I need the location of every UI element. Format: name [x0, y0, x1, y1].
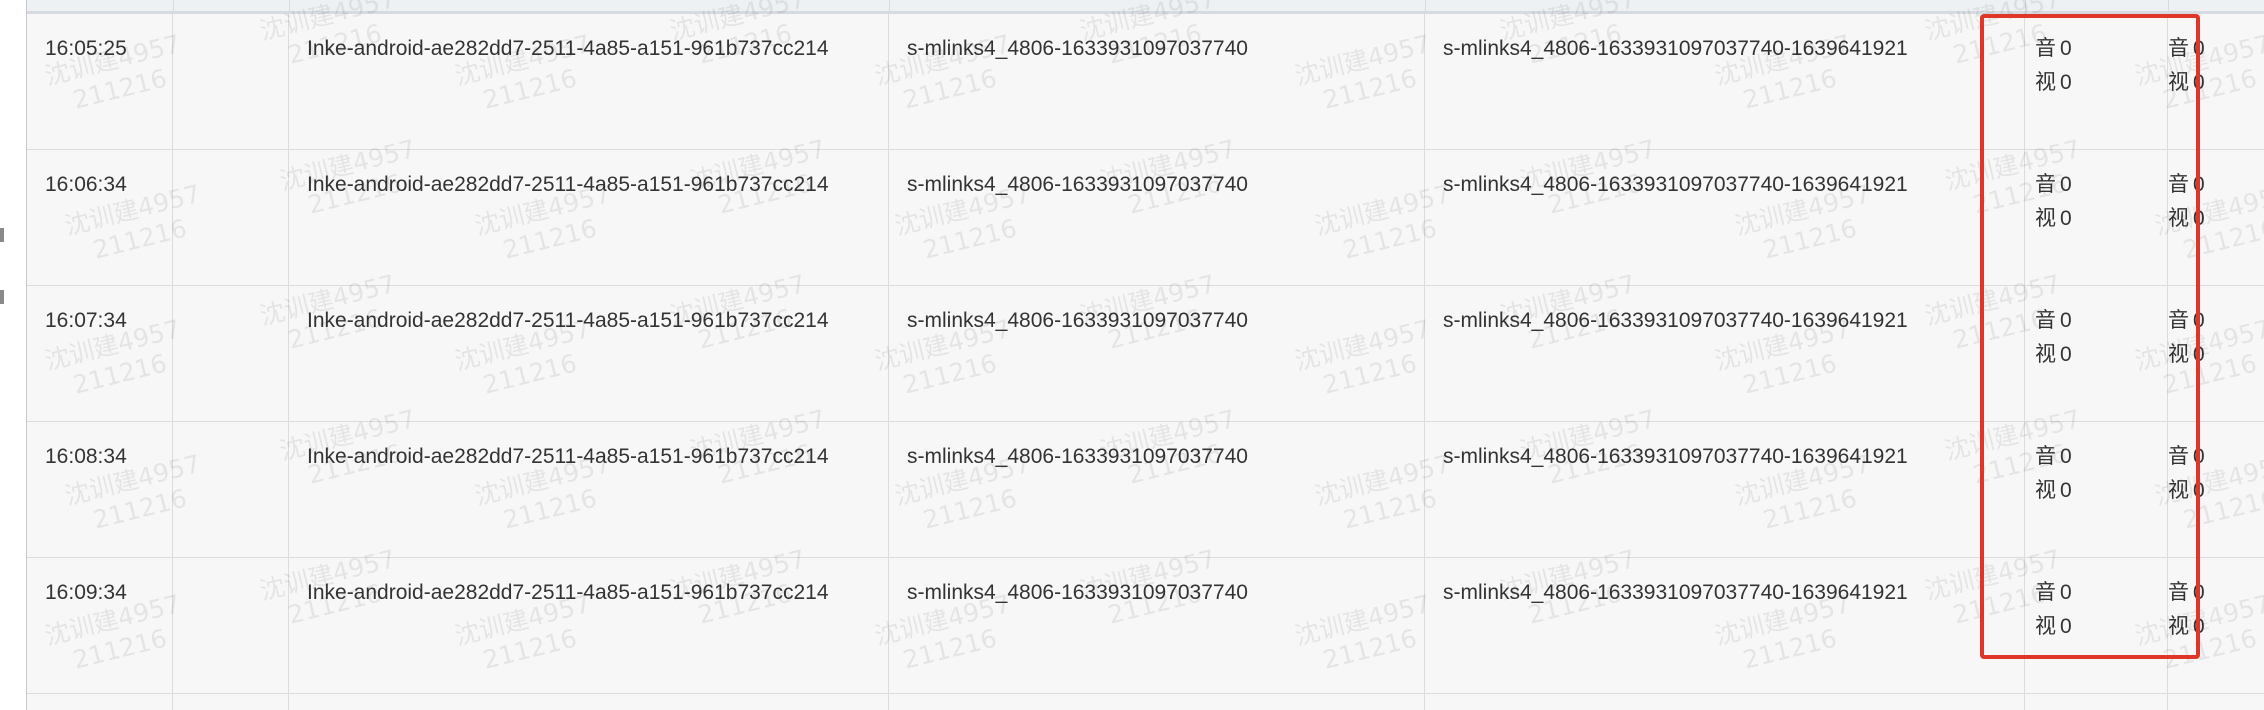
empty-cell: [2168, 694, 2264, 710]
empty-cell: [173, 150, 289, 285]
session-cell: s-mlinks4_4806-1633931097037740-16396419…: [1425, 422, 2025, 557]
video-stat: 视0: [2035, 207, 2072, 230]
gutter-marker: [0, 228, 4, 242]
header-cell: [889, 0, 1426, 11]
empty-cell: [1425, 694, 2025, 710]
header-cell: [27, 0, 174, 11]
empty-cell: [173, 694, 289, 710]
time-cell: 16:09:34: [27, 558, 173, 693]
client-id-cell: Inke-android-ae282dd7-2511-4a85-a151-961…: [289, 286, 889, 421]
time-cell: 16:08:34: [27, 422, 173, 557]
video-stat: 视0: [2168, 343, 2205, 366]
header-cell: [1425, 0, 2026, 11]
client-id-cell: Inke-android-ae282dd7-2511-4a85-a151-961…: [289, 14, 889, 149]
table-row[interactable]: 16:07:34 Inke-android-ae282dd7-2511-4a85…: [27, 286, 2264, 422]
av-stats-cell: 音0 视0: [2025, 14, 2168, 149]
session-cell: s-mlinks4_4806-1633931097037740-16396419…: [1425, 14, 2025, 149]
session-cell: s-mlinks4_4806-1633931097037740-16396419…: [1425, 150, 2025, 285]
client-id-cell: Inke-android-ae282dd7-2511-4a85-a151-961…: [289, 422, 889, 557]
empty-cell: [289, 694, 889, 710]
table-row[interactable]: 16:09:34 Inke-android-ae282dd7-2511-4a85…: [27, 558, 2264, 694]
video-stat: 视0: [2035, 479, 2072, 502]
time-cell: 16:05:25: [27, 14, 173, 149]
table-row[interactable]: 16:08:34 Inke-android-ae282dd7-2511-4a85…: [27, 422, 2264, 558]
video-stat: 视0: [2168, 479, 2205, 502]
audio-stat: 音0: [2168, 309, 2205, 332]
av-stats-cell: 音0 视0: [2168, 558, 2264, 693]
av-stats-cell: 音0 视0: [2168, 150, 2264, 285]
video-stat: 视0: [2035, 615, 2072, 638]
session-cell: s-mlinks4_4806-1633931097037740-16396419…: [1425, 286, 2025, 421]
stream-cell: s-mlinks4_4806-1633931097037740: [889, 286, 1425, 421]
client-id-cell: Inke-android-ae282dd7-2511-4a85-a151-961…: [289, 150, 889, 285]
video-stat: 视0: [2168, 615, 2205, 638]
audio-stat: 音0: [2168, 581, 2205, 604]
av-stats-cell: 音0 视0: [2168, 422, 2264, 557]
av-stats-cell: 音0 视0: [2168, 14, 2264, 149]
empty-cell: [27, 694, 173, 710]
audio-stat: 音0: [2168, 445, 2205, 468]
empty-cell: [2025, 694, 2168, 710]
empty-cell: [173, 14, 289, 149]
time-cell: 16:06:34: [27, 150, 173, 285]
video-stat: 视0: [2035, 71, 2072, 94]
gutter-marker: [0, 290, 4, 304]
stream-cell: s-mlinks4_4806-1633931097037740: [889, 558, 1425, 693]
empty-cell: [173, 558, 289, 693]
av-stats-cell: 音0 视0: [2168, 286, 2264, 421]
stream-cell: s-mlinks4_4806-1633931097037740: [889, 14, 1425, 149]
av-stats-cell: 音0 视0: [2025, 286, 2168, 421]
left-gutter: [0, 0, 27, 710]
table-row[interactable]: 16:05:25 Inke-android-ae282dd7-2511-4a85…: [27, 14, 2264, 150]
client-id-cell: Inke-android-ae282dd7-2511-4a85-a151-961…: [289, 558, 889, 693]
video-stat: 视0: [2035, 343, 2072, 366]
audio-stat: 音0: [2035, 173, 2072, 196]
session-cell: s-mlinks4_4806-1633931097037740-16396419…: [1425, 558, 2025, 693]
av-stats-cell: 音0 视0: [2025, 558, 2168, 693]
audio-stat: 音0: [2035, 581, 2072, 604]
header-cell: [289, 0, 890, 11]
video-stat: 视0: [2168, 71, 2205, 94]
audio-stat: 音0: [2035, 37, 2072, 60]
av-stats-cell: 音0 视0: [2025, 422, 2168, 557]
audio-stat: 音0: [2168, 37, 2205, 60]
av-stats-cell: 音0 视0: [2025, 150, 2168, 285]
audio-stat: 音0: [2035, 309, 2072, 332]
audio-stat: 音0: [2035, 445, 2072, 468]
stream-cell: s-mlinks4_4806-1633931097037740: [889, 422, 1425, 557]
audio-stat: 音0: [2168, 173, 2205, 196]
table-header-strip: [27, 0, 2264, 14]
stream-cell: s-mlinks4_4806-1633931097037740: [889, 150, 1425, 285]
data-table: 16:05:25 Inke-android-ae282dd7-2511-4a85…: [27, 0, 2264, 710]
empty-cell: [889, 694, 1425, 710]
table-row[interactable]: 16:06:34 Inke-android-ae282dd7-2511-4a85…: [27, 150, 2264, 286]
empty-cell: [173, 286, 289, 421]
video-stat: 视0: [2168, 207, 2205, 230]
table-row-partial[interactable]: [27, 694, 2264, 710]
time-cell: 16:07:34: [27, 286, 173, 421]
header-cell: [2025, 0, 2169, 11]
table-body: 16:05:25 Inke-android-ae282dd7-2511-4a85…: [27, 14, 2264, 710]
empty-cell: [173, 422, 289, 557]
header-cell: [173, 0, 290, 11]
